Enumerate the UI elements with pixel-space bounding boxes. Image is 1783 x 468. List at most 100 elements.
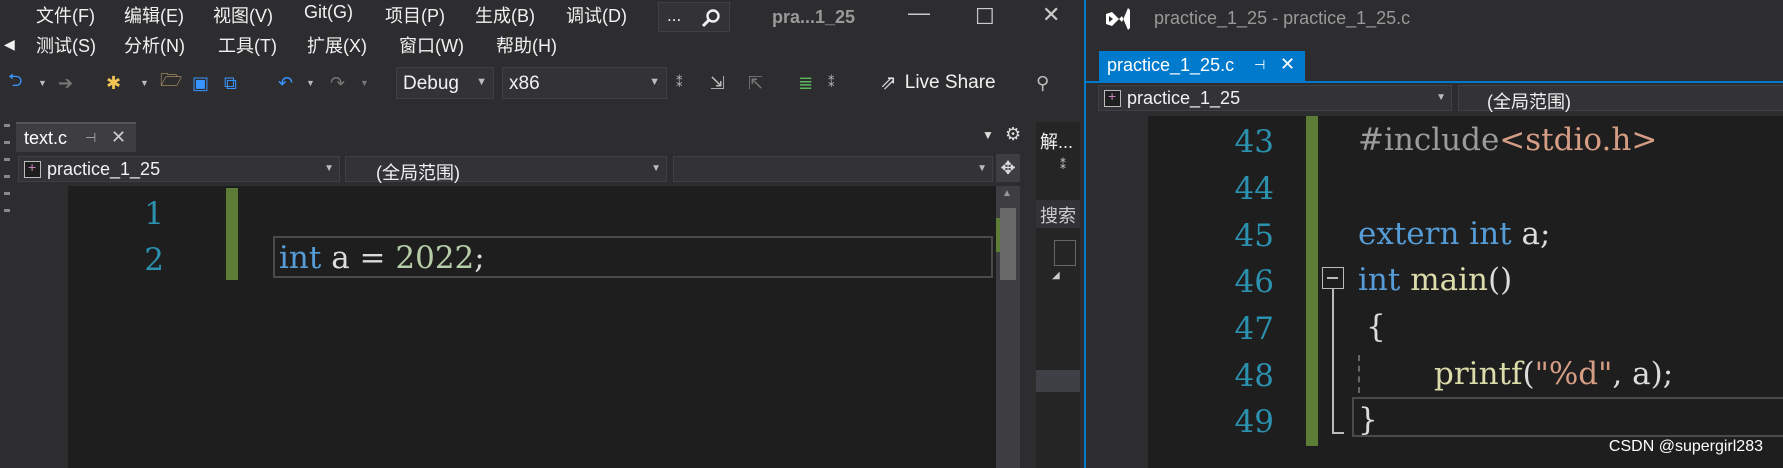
outline-fold-line [1332,289,1334,434]
project-navbar-combo[interactable]: practice_1_25 ▼ [1098,85,1452,111]
code-line-47[interactable]: { [1366,309,1386,345]
keyword-int: int [279,240,322,276]
save-icon[interactable]: ▣ [192,64,209,102]
csdn-watermark: CSDN @supergirl283 [1608,438,1763,455]
maximize-button[interactable]: ☐ [975,4,995,30]
scroll-up-icon[interactable]: ▲ [1002,188,1012,199]
expand-triangle-icon[interactable]: ◢ [1052,270,1060,281]
panel-search-box[interactable]: 搜索 [1036,200,1080,228]
search-icon [701,9,720,28]
keyword-extern: extern [1358,216,1460,252]
undo-dropdown-icon[interactable]: ▼ [306,64,315,102]
header-name: <stdio.h> [1499,122,1658,158]
gear-icon[interactable]: ⚙ [1005,124,1021,145]
menu-git[interactable]: Git(G) [304,2,353,23]
redo-icon[interactable]: ↷ [330,64,345,102]
tab-label: text.c [24,128,68,148]
menu-overflow-arrow-icon[interactable]: ◀ [4,36,15,53]
visual-studio-logo-icon [1106,8,1130,30]
config-combo[interactable]: Debug ▼ [396,67,494,99]
menu-window[interactable]: 窗口(W) [399,32,464,58]
scope-navbar-combo[interactable]: (全局范围) ▼ [345,156,667,183]
function-name: printf [1434,356,1523,392]
new-dropdown-icon[interactable]: ▼ [140,64,149,102]
line-number: 43 [1234,124,1274,160]
toolbar-overflow-icon[interactable]: ⁑ [676,64,683,102]
menu-help[interactable]: 帮助(H) [496,32,557,58]
line-number: 1 [144,196,164,232]
line-number: 44 [1234,171,1274,207]
feedback-icon[interactable]: ⚲ [1036,64,1049,102]
comment-icon[interactable]: ⇲ [710,64,725,102]
code-line-49[interactable]: } [1358,402,1378,438]
keyword-int: int [1469,216,1512,252]
solution-name: pra...1_25 [772,7,856,27]
code-text: ; [474,240,485,276]
panel-title[interactable]: 解... [1040,128,1073,154]
code-line-46[interactable]: int main() [1358,262,1512,298]
minimize-button[interactable]: — [908,0,930,26]
code-text: () [1487,262,1513,298]
menu-build[interactable]: 生成(B) [475,2,535,28]
document-tab-text-c[interactable]: text.c ⊣ ✕ [16,122,136,152]
menu-analyze[interactable]: 分析(N) [124,32,185,58]
undo-icon[interactable]: ↶ [278,64,293,102]
split-editor-button[interactable]: ✥ [996,154,1020,182]
code-text: { [1366,309,1386,345]
tab-list-dropdown-icon[interactable]: ▼ [982,128,994,142]
window-title: practice_1_25 - practice_1_25.c [1154,8,1411,28]
save-all-icon[interactable]: ⧉ [224,64,237,102]
menu-view[interactable]: 视图(V) [213,2,273,28]
new-project-icon[interactable]: ✱ [106,64,121,102]
left-tool-strip[interactable] [0,110,14,468]
quick-search-box[interactable]: ... [658,2,730,32]
current-line-highlight [1352,397,1783,437]
right-ide-window: practice_1_25 - practice_1_25.c practice… [1084,0,1783,468]
indent-icon[interactable]: ≣ [798,64,813,102]
open-folder-icon[interactable]: 🗁 [160,64,182,102]
document-tab-practice-c[interactable]: practice_1_25.c ⊣ ✕ [1099,51,1305,81]
code-text: a = [321,240,396,276]
pin-icon[interactable]: ⊣ [85,130,96,146]
redo-dropdown-icon[interactable]: ▼ [360,64,369,102]
uncomment-icon[interactable]: ⇱ [748,64,763,102]
menu-extensions[interactable]: 扩展(X) [307,32,367,58]
chevron-down-icon: ▼ [649,76,660,88]
tab-label: practice_1_25.c [1107,55,1235,75]
code-text: a; [1511,216,1551,252]
platform-combo[interactable]: x86 ▼ [502,67,667,99]
number-literal: 2022 [395,240,475,276]
back-dropdown-icon[interactable]: ▼ [38,64,47,102]
outline-fold-end [1332,432,1344,434]
code-line-45[interactable]: extern int a; [1358,216,1550,252]
vertical-scrollbar[interactable]: ▲ [996,186,1020,468]
code-line-48[interactable]: printf("%d", a); [1434,356,1673,392]
menu-file[interactable]: 文件(F) [36,2,95,28]
scope-navbar-combo[interactable]: (全局范围) [1458,85,1783,112]
menu-debug[interactable]: 调试(D) [566,2,627,28]
menu-project[interactable]: 项目(P) [385,2,445,28]
code-line-2[interactable]: int a = 2022; [279,240,485,276]
pin-icon[interactable]: ⊣ [1254,57,1265,73]
left-ide-window: 文件(F) 编辑(E) 视图(V) Git(G) 项目(P) 生成(B) 调试(… [0,0,1082,468]
close-tab-icon[interactable]: ✕ [1280,54,1295,75]
solution-tree-icon[interactable] [1054,240,1076,266]
toolbar-overflow2-icon[interactable]: ⁑ [828,64,835,102]
close-window-button[interactable]: ✕ [1042,2,1060,28]
forward-arrow-icon[interactable]: ➔ [58,64,73,102]
code-line-43[interactable]: #include<stdio.h> [1358,122,1657,158]
config-value: Debug [403,73,459,94]
live-share-button[interactable]: ⇗ Live Share [880,70,996,95]
navbar-scope: (全局范围) [376,163,460,183]
back-arrow-icon[interactable]: ⮌ [8,64,22,102]
panel-overflow-icon[interactable]: ⁑ [1060,158,1066,172]
scrollbar-thumb[interactable] [1000,208,1016,280]
menu-tools[interactable]: 工具(T) [218,32,277,58]
collapse-outline-icon[interactable] [1322,267,1344,289]
project-navbar-combo[interactable]: practice_1_25 ▼ [18,156,340,182]
chevron-down-icon: ▼ [651,163,661,174]
menu-test[interactable]: 测试(S) [36,32,96,58]
member-navbar-combo[interactable]: ▼ [673,156,993,182]
close-tab-icon[interactable]: ✕ [111,127,126,148]
menu-edit[interactable]: 编辑(E) [124,2,184,28]
